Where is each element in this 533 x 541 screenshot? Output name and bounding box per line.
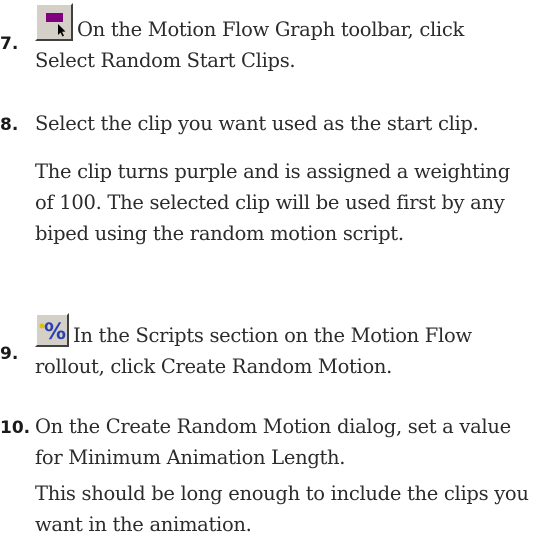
step-text: On the Motion Flow Graph toolbar, click … xyxy=(35,3,525,76)
step-number: 7. xyxy=(0,34,19,54)
step-text: % In the Scripts section on the Motion F… xyxy=(35,313,525,382)
step-9-label: In the Scripts section on the Motion Flo… xyxy=(35,324,472,378)
step-text: On the Create Random Motion dialog, set … xyxy=(35,415,511,469)
step-text: Select the clip you want used as the sta… xyxy=(35,112,479,135)
select-random-start-clips-icon[interactable] xyxy=(35,3,73,41)
svg-text:%: % xyxy=(44,320,66,345)
step-8-note: The clip turns purple and is assigned a … xyxy=(35,160,510,245)
step-10-note: This should be long enough to include th… xyxy=(35,482,529,536)
step-number: 9. xyxy=(0,344,19,364)
step-7-label: On the Motion Flow Graph toolbar, click … xyxy=(35,18,464,72)
step-number: 8. xyxy=(0,115,19,135)
create-random-motion-icon[interactable]: % xyxy=(35,313,69,347)
step-number: 10. xyxy=(0,418,31,438)
